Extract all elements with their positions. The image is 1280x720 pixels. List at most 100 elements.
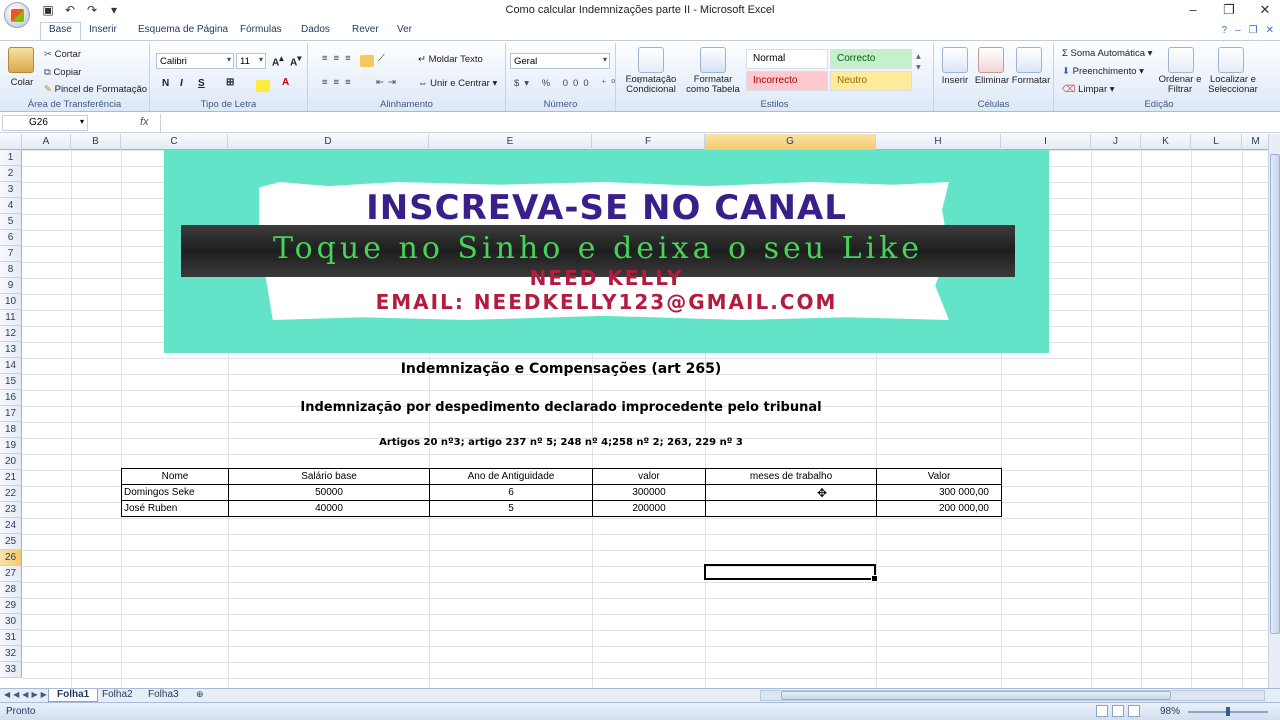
grow-font-icon[interactable]: A▴ [272, 53, 283, 68]
header-cell[interactable]: Salário base [228, 468, 430, 485]
header-cell[interactable]: Nome [121, 468, 229, 485]
table-cell[interactable]: 300000 [592, 484, 706, 501]
cut-button[interactable]: ✂ Cortar [44, 49, 81, 60]
office-button[interactable] [4, 2, 30, 28]
row-header[interactable]: 22 [0, 486, 22, 502]
row-header[interactable]: 13 [0, 342, 22, 358]
column-header[interactable]: F [592, 134, 705, 150]
row-header[interactable]: 31 [0, 630, 22, 646]
page-layout-view-icon[interactable] [1112, 705, 1124, 717]
styles-more-icon[interactable]: ▴ ▾ [916, 51, 921, 73]
select-all-corner[interactable] [0, 134, 22, 150]
paste-button[interactable]: Colar [6, 77, 38, 88]
font-color-icon[interactable]: A [282, 77, 289, 88]
tab-dados[interactable]: Dados [301, 24, 330, 35]
header-cell[interactable]: Valor [876, 468, 1002, 485]
row-header[interactable]: 20 [0, 454, 22, 470]
fx-icon[interactable]: fx [140, 116, 149, 128]
column-header[interactable]: B [71, 134, 121, 150]
paste-icon[interactable] [8, 47, 34, 73]
header-cell[interactable]: meses de trabalho [705, 468, 877, 485]
tab-formulas[interactable]: Fórmulas [240, 24, 282, 35]
shrink-font-icon[interactable]: A▾ [290, 53, 301, 68]
table-cell[interactable]: 50000 [228, 484, 430, 501]
column-header[interactable]: G [705, 134, 876, 150]
sort-filter-button[interactable]: Ordenar e Filtrar [1154, 75, 1206, 95]
wrap-text-button[interactable]: ↵ Moldar Texto [418, 54, 483, 65]
tab-rever[interactable]: Rever [352, 24, 379, 35]
copy-button[interactable]: ⧉ Copiar [44, 67, 81, 78]
column-header[interactable]: D [228, 134, 429, 150]
sheet-tab-folha3[interactable]: Folha3 [140, 689, 187, 702]
row-header[interactable]: 5 [0, 214, 22, 230]
conditional-format-button[interactable]: Formatação Condicional [620, 75, 682, 95]
help-icon[interactable]: ? [1222, 25, 1228, 36]
column-header[interactable]: H [876, 134, 1001, 150]
row-header[interactable]: 27 [0, 566, 22, 582]
conditional-format-icon[interactable] [638, 47, 664, 73]
tab-esquema[interactable]: Esquema de Página [138, 24, 228, 35]
table-cell[interactable]: 6 [429, 484, 593, 501]
align-bottom-active-icon[interactable] [360, 55, 374, 67]
row-header[interactable]: 7 [0, 246, 22, 262]
row-header[interactable]: 32 [0, 646, 22, 662]
close-icon[interactable]: ✕ [1258, 2, 1272, 18]
insert-sheet-icon[interactable]: ⊕ [188, 689, 212, 702]
underline-icon[interactable]: S [198, 78, 205, 89]
row-header[interactable]: 12 [0, 326, 22, 342]
workbook-close-icon[interactable]: ✕ [1266, 25, 1274, 36]
find-select-button[interactable]: Localizar e Seleccionar [1204, 75, 1262, 95]
tab-ver[interactable]: Ver [397, 24, 412, 35]
column-header[interactable]: L [1191, 134, 1242, 150]
header-cell[interactable]: valor [592, 468, 706, 485]
column-header[interactable]: K [1141, 134, 1191, 150]
row-header[interactable]: 33 [0, 662, 22, 678]
vertical-scroll-thumb[interactable] [1270, 154, 1280, 634]
font-size-select[interactable]: 11 [236, 53, 266, 69]
row-header[interactable]: 19 [0, 438, 22, 454]
find-select-icon[interactable] [1218, 47, 1244, 73]
restore-icon[interactable]: ❐ [1222, 2, 1236, 18]
orientation-icon[interactable]: ⟋ [378, 53, 385, 64]
normal-view-icon[interactable] [1096, 705, 1108, 717]
table-cell[interactable] [705, 484, 877, 501]
row-header[interactable]: 30 [0, 614, 22, 630]
row-header[interactable]: 6 [0, 230, 22, 246]
table-cell[interactable]: 40000 [228, 500, 430, 517]
row-header[interactable]: 26 [0, 550, 22, 566]
row-header[interactable]: 8 [0, 262, 22, 278]
sheet-tab-folha2[interactable]: Folha2 [94, 689, 141, 702]
column-header[interactable]: M [1242, 134, 1270, 150]
format-as-table-icon[interactable] [700, 47, 726, 73]
autosum-button[interactable]: Σ Soma Automática ▾ [1062, 48, 1152, 59]
row-header[interactable]: 3 [0, 182, 22, 198]
row-header[interactable]: 16 [0, 390, 22, 406]
italic-icon[interactable]: I [180, 78, 183, 89]
row-header[interactable]: 23 [0, 502, 22, 518]
workbook-minimize-icon[interactable]: – [1235, 25, 1241, 36]
minimize-icon[interactable]: – [1186, 2, 1200, 18]
fill-color-icon[interactable] [256, 80, 270, 92]
zoom-slider[interactable] [1188, 707, 1268, 716]
row-header[interactable]: 1 [0, 150, 22, 166]
row-header[interactable]: 25 [0, 534, 22, 550]
row-header[interactable]: 15 [0, 374, 22, 390]
row-header[interactable]: 11 [0, 310, 22, 326]
row-header[interactable]: 2 [0, 166, 22, 182]
row-header[interactable]: 18 [0, 422, 22, 438]
style-neutral[interactable]: Neutro [830, 71, 912, 91]
column-header[interactable]: A [22, 134, 71, 150]
style-good[interactable]: Correcto [830, 49, 912, 69]
format-as-table-button[interactable]: Formatar como Tabela [682, 75, 744, 95]
header-cell[interactable]: Ano de Antiguidade [429, 468, 593, 485]
row-header[interactable]: 21 [0, 470, 22, 486]
horizontal-scrollbar[interactable] [760, 690, 1265, 701]
sheet-tab-folha1[interactable]: Folha1 [48, 689, 99, 702]
column-header[interactable]: J [1091, 134, 1141, 150]
insert-cells-icon[interactable] [942, 47, 968, 73]
workbook-restore-icon[interactable]: ❐ [1249, 25, 1258, 36]
style-bad[interactable]: Incorrecto [746, 71, 828, 91]
column-header[interactable]: I [1001, 134, 1091, 150]
table-cell[interactable]: Domingos Seke [121, 484, 229, 501]
table-cell[interactable]: 300 000,00 [876, 484, 1002, 501]
